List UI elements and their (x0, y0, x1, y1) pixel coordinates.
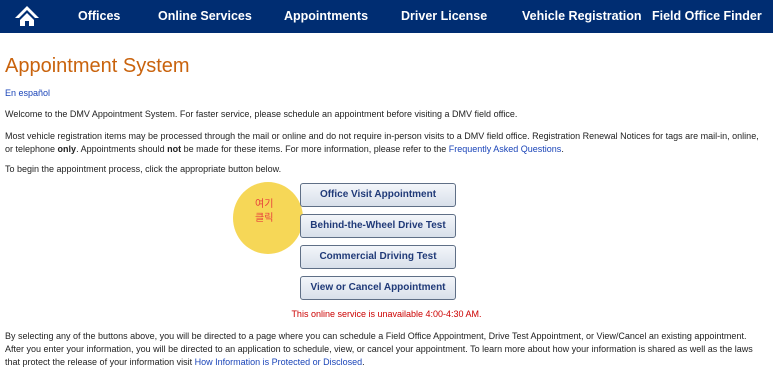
vehicle-text-2: . Appointments should (76, 144, 168, 154)
footer-information-paragraph: By selecting any of the buttons above, y… (5, 330, 767, 369)
nav-vehicle-registration[interactable]: Vehicle Registration (522, 0, 641, 33)
nav-driver-license[interactable]: Driver License (401, 0, 487, 33)
home-icon[interactable] (12, 4, 42, 28)
annotation-text-line2: 클릭 (255, 213, 274, 224)
nav-offices[interactable]: Offices (78, 0, 120, 33)
nav-appointments[interactable]: Appointments (284, 0, 368, 33)
vehicle-text-3: be made for these items. For more inform… (181, 144, 449, 154)
annotation-text-line1: 여기 (255, 199, 274, 210)
nav-online-services[interactable]: Online Services (158, 0, 252, 33)
vehicle-emphasis-only: only (57, 144, 77, 154)
nav-field-office-finder[interactable]: Field Office Finder (652, 0, 762, 33)
intro-paragraph: Welcome to the DMV Appointment System. F… (5, 109, 518, 119)
commercial-driving-test-button[interactable]: Commercial Driving Test (300, 245, 456, 269)
view-cancel-appointment-button[interactable]: View or Cancel Appointment (300, 276, 456, 300)
page-title: Appointment System (5, 55, 190, 77)
footer-text-end: . (362, 357, 365, 367)
faq-link[interactable]: Frequently Asked Questions (449, 144, 562, 154)
drive-test-button[interactable]: Behind-the-Wheel Drive Test (300, 214, 456, 238)
footer-text: By selecting any of the buttons above, y… (5, 331, 753, 367)
top-navigation-bar: Offices Online Services Appointments Dri… (0, 0, 773, 33)
vehicle-registration-paragraph: Most vehicle registration items may be p… (5, 130, 767, 156)
spanish-language-link[interactable]: En español (5, 88, 50, 98)
begin-instructions: To begin the appointment process, click … (5, 164, 282, 174)
vehicle-text-4: . (561, 144, 564, 154)
office-visit-appointment-button[interactable]: Office Visit Appointment (300, 183, 456, 207)
information-protection-link[interactable]: How Information is Protected or Disclose… (195, 357, 363, 367)
vehicle-emphasis-not: not (167, 144, 182, 154)
service-unavailable-notice: This online service is unavailable 4:00-… (291, 309, 482, 319)
